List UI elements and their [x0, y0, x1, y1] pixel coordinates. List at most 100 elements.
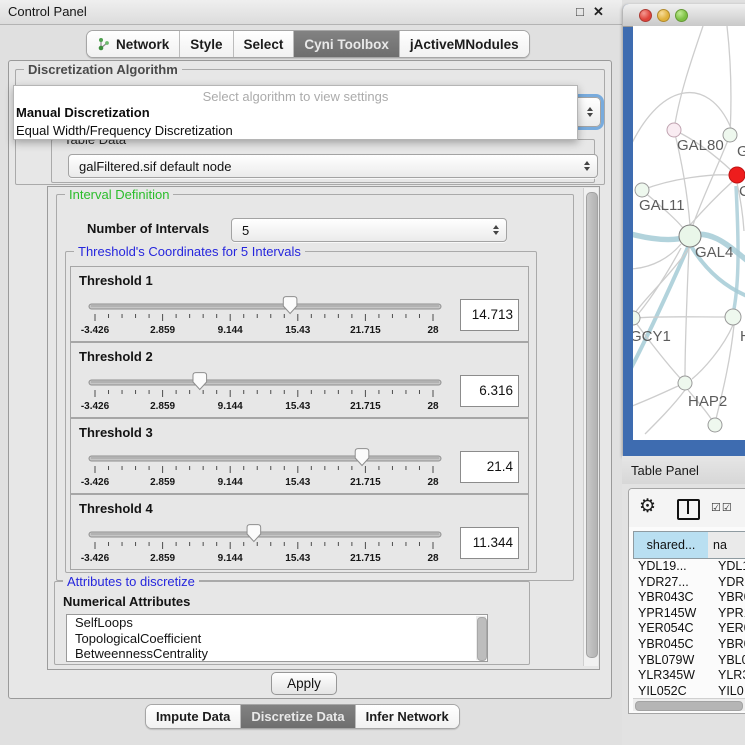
thresholds-coordinates-title: Threshold's Coordinates for 5 Intervals	[74, 244, 305, 259]
table-data-combo[interactable]: galFiltered.sif default node	[68, 154, 598, 178]
control-panel-tabs: Network Style Select Cyni ToolboxjActiveMNo…	[86, 30, 530, 58]
bottom-tab-discretize-data[interactable]: Discretize Data	[241, 705, 355, 728]
minimize-traffic-light[interactable]	[657, 9, 670, 22]
gear-icon[interactable]: ⚙	[639, 496, 656, 518]
screen: Control Panel □ ✕ NetworkStyleSelectCyni…	[0, 0, 745, 745]
algorithm-option-equal-width-frequency-discretization[interactable]: Equal Width/Frequency Discretization	[14, 122, 577, 140]
svg-text:2.859: 2.859	[150, 325, 175, 336]
table-horizontal-scrollbar[interactable]	[633, 698, 745, 711]
algorithm-option-manual-discretization[interactable]: Manual Discretization	[14, 104, 577, 122]
table-row[interactable]: YBL079WYBL0	[633, 653, 745, 669]
tab-label: Impute Data	[156, 709, 230, 724]
network-icon	[97, 37, 111, 51]
threshold-panel-3: Threshold 3-3.4262.8599.14415.4321.71528…	[70, 418, 529, 494]
algorithm-dropdown-popup: Select algorithm to view settings Manual…	[13, 85, 578, 140]
node-label: GAL4	[695, 244, 733, 261]
tab-select[interactable]: Select	[234, 31, 295, 57]
checkbox-filter-icons[interactable]: ☑☑	[711, 501, 733, 514]
tab-label: Select	[244, 37, 284, 52]
scrollbar-thumb[interactable]	[477, 617, 487, 661]
scrollbar-thumb[interactable]	[635, 701, 743, 711]
cell-shared-name: YBR045C	[638, 637, 694, 651]
column-header-name[interactable]: na	[708, 531, 745, 559]
column-split-icon[interactable]	[677, 499, 700, 520]
cell-shared-name: YER054C	[638, 621, 694, 635]
threshold-label: Threshold 4	[79, 501, 153, 516]
bottom-tab-infer-network[interactable]: Infer Network	[356, 705, 459, 728]
slider-thumb[interactable]	[193, 373, 207, 390]
numerical-attributes-list[interactable]: SelfLoopsTopologicalCoefficientBetweenne…	[66, 614, 488, 662]
table-row[interactable]: YDL19...YDL1	[633, 559, 745, 575]
table-window: ⚙ ☑☑ shared... na YDL19...YDL1YDR27...YD…	[628, 488, 745, 714]
cyni-toolbox-panel: Discretization Algorithm Select algorith…	[8, 60, 612, 699]
threshold-slider[interactable]: -3.4262.8599.14415.4321.71528	[87, 369, 447, 413]
network-node-gal11[interactable]	[635, 183, 649, 197]
close-traffic-light[interactable]	[639, 9, 652, 22]
network-node-hap2[interactable]	[678, 376, 692, 390]
threshold-value-field[interactable]: 11.344	[460, 527, 519, 559]
threshold-value-field[interactable]: 21.4	[460, 451, 519, 483]
tab-network[interactable]: Network	[87, 31, 180, 57]
svg-text:28: 28	[427, 477, 439, 488]
attribute-item-betweennesscentrality[interactable]: BetweennessCentrality	[67, 646, 487, 662]
table-row[interactable]: YPR145WYPR1	[633, 606, 745, 622]
threshold-value-field[interactable]: 6.316	[460, 375, 519, 407]
zoom-traffic-light[interactable]	[675, 9, 688, 22]
cell-shared-name: YLR345W	[638, 668, 695, 682]
threshold-slider[interactable]: -3.4262.8599.14415.4321.71528	[87, 521, 447, 565]
attribute-item-selfloops[interactable]: SelfLoops	[67, 615, 487, 631]
network-canvas[interactable]: GAL80GACGAL11GAL4GCY1HHAP2	[633, 26, 745, 440]
attributes-group: Attributes to discretize Numerical Attri…	[54, 581, 530, 665]
column-header-shared[interactable]: shared...	[633, 531, 709, 559]
node-label: GCY1	[633, 328, 671, 345]
scrollbar-thumb[interactable]	[586, 192, 598, 658]
network-node-h[interactable]	[725, 309, 741, 325]
table-row[interactable]: YLR345WYLR3	[633, 668, 745, 684]
table-row[interactable]: YBR043CYBR0	[633, 590, 745, 606]
slider-thumb[interactable]	[283, 297, 297, 314]
combo-arrows-icon	[584, 161, 590, 171]
apply-button[interactable]: Apply	[271, 672, 337, 695]
close-panel-icon[interactable]: ✕	[593, 4, 604, 20]
svg-text:21.715: 21.715	[350, 325, 381, 336]
float-window-icon[interactable]: □	[576, 4, 584, 19]
numerical-attributes-label: Numerical Attributes	[63, 594, 190, 609]
svg-text:9.144: 9.144	[218, 553, 243, 564]
tab-label: Network	[116, 37, 169, 52]
number-of-intervals-combo[interactable]: 5	[231, 218, 507, 242]
cell-shared-name: YPR145W	[638, 606, 696, 620]
threshold-slider[interactable]: -3.4262.8599.14415.4321.71528	[87, 293, 447, 337]
discretization-algorithm-title: Discretization Algorithm	[24, 62, 182, 77]
svg-text:2.859: 2.859	[150, 401, 175, 412]
svg-text:15.43: 15.43	[285, 477, 310, 488]
number-of-intervals-value: 5	[242, 223, 249, 238]
table-row[interactable]: YBR045CYBR0	[633, 637, 745, 653]
threshold-slider[interactable]: -3.4262.8599.14415.4321.71528	[87, 445, 447, 489]
tab-jactivemnodules[interactable]: jActiveMNodules	[400, 31, 529, 57]
threshold-value-field[interactable]: 14.713	[460, 299, 519, 331]
bottom-tab-impute-data[interactable]: Impute Data	[146, 705, 241, 728]
slider-thumb[interactable]	[247, 525, 261, 542]
interval-definition-group: Interval Definition Number of Intervals …	[56, 194, 574, 581]
table-row[interactable]: YER054CYER0	[633, 621, 745, 637]
svg-text:2.859: 2.859	[150, 553, 175, 564]
attributes-scrollbar[interactable]	[476, 616, 486, 660]
tab-style[interactable]: Style	[180, 31, 233, 57]
attributes-group-title: Attributes to discretize	[63, 574, 199, 589]
network-node-ga[interactable]	[723, 128, 737, 142]
network-node-c[interactable]	[729, 167, 745, 183]
combo-arrows-icon	[493, 225, 499, 235]
network-node[interactable]	[708, 418, 722, 432]
svg-text:9.144: 9.144	[218, 477, 243, 488]
tab-cyni-toolbox[interactable]: Cyni Toolbox	[294, 31, 400, 57]
table-row[interactable]: YIL052CYIL0	[633, 684, 745, 698]
cell-shared-name: YBR043C	[638, 590, 694, 604]
threshold-panel-4: Threshold 4-3.4262.8599.14415.4321.71528…	[70, 494, 529, 570]
network-node-gal80[interactable]	[667, 123, 681, 137]
svg-text:28: 28	[427, 553, 439, 564]
attribute-item-topologicalcoefficient[interactable]: TopologicalCoefficient	[67, 631, 487, 647]
settings-vertical-scrollbar[interactable]	[583, 188, 598, 666]
table-row[interactable]: YDR27...YDR2	[633, 575, 745, 591]
network-window-titlebar[interactable]	[623, 4, 745, 27]
slider-thumb[interactable]	[355, 449, 369, 466]
